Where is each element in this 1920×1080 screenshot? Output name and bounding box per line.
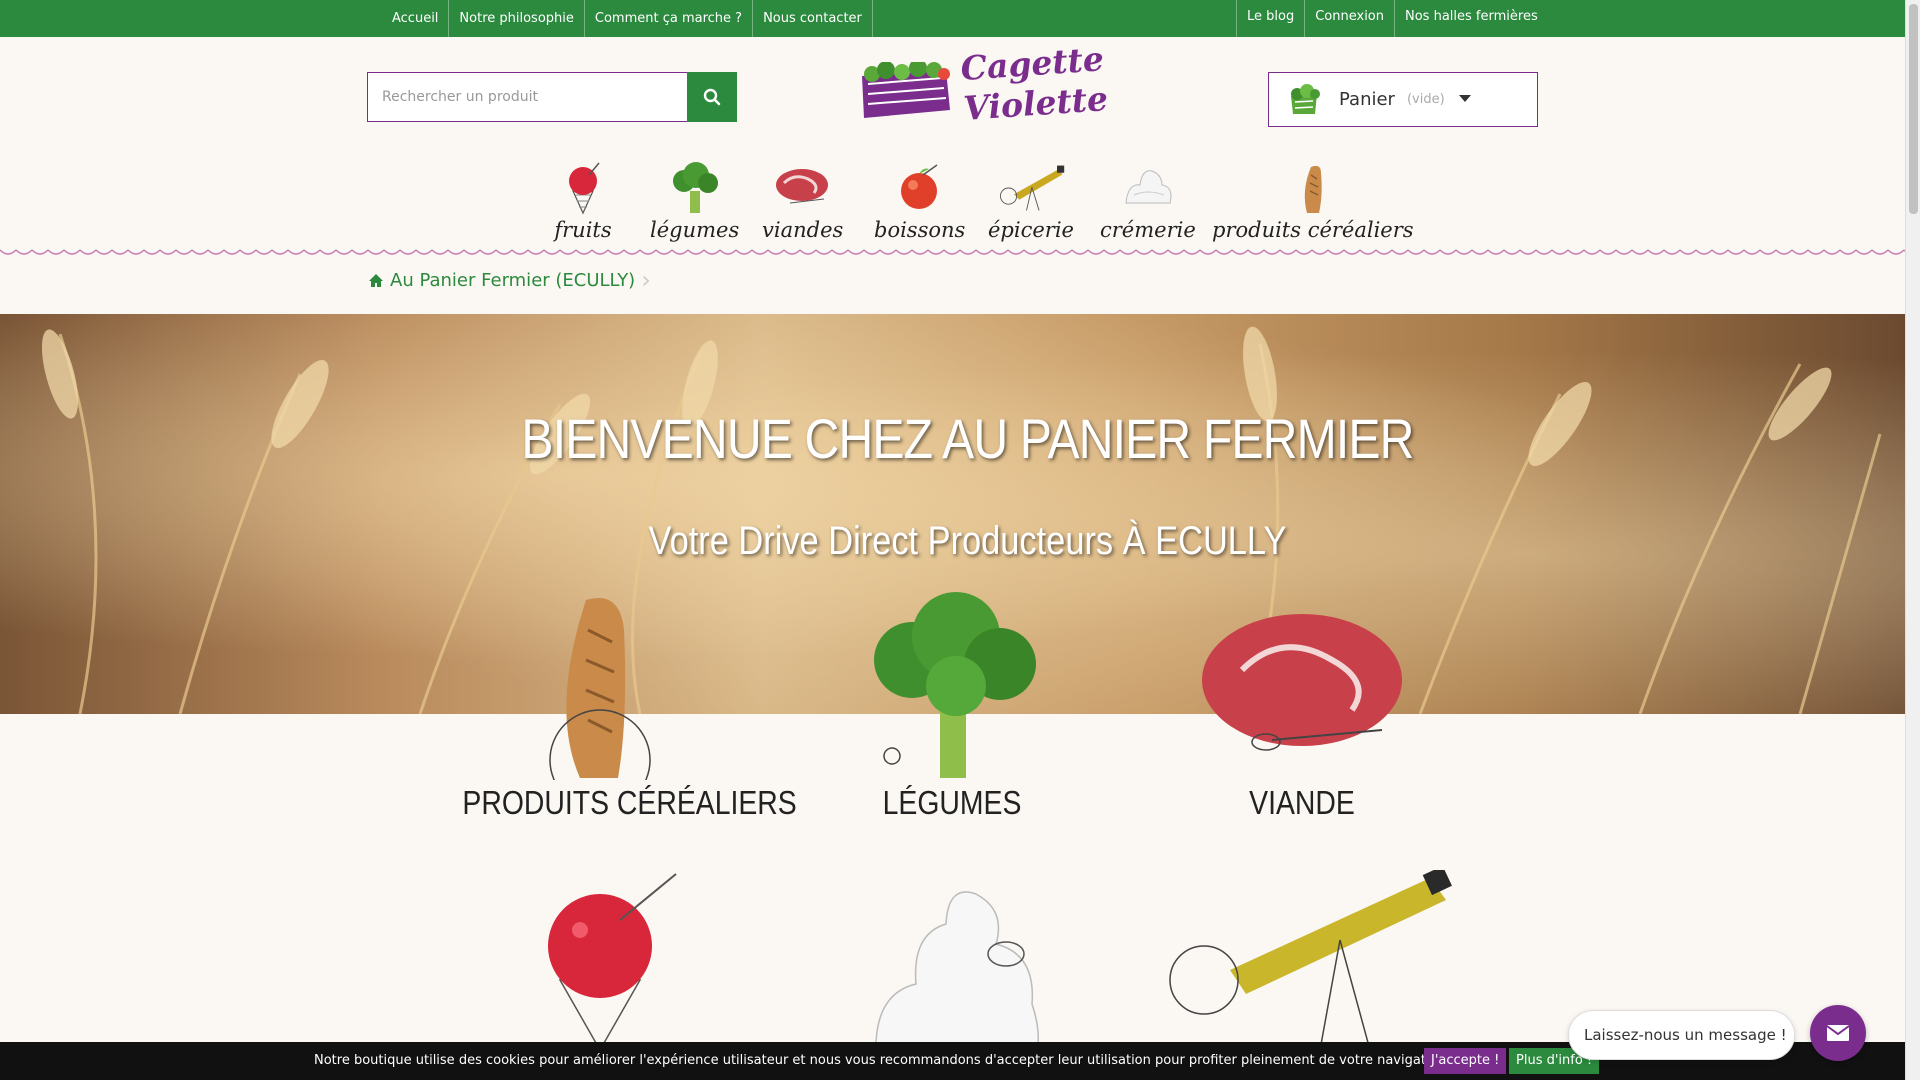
meat-icon — [775, 169, 828, 204]
scrollbar-thumb[interactable] — [1909, 4, 1918, 214]
broccoli-icon — [672, 162, 718, 213]
hero-title: BIENVENUE CHEZ AU PANIER FERMIER — [521, 407, 1414, 470]
nav-blog[interactable]: Le blog — [1236, 0, 1304, 37]
top-nav-left: Accueil Notre philosophie Comment ça mar… — [382, 0, 873, 37]
nav-accueil[interactable]: Accueil — [382, 0, 450, 37]
raspberry-illustration — [548, 873, 677, 1042]
top-bar — [0, 0, 1905, 37]
category-produits-cerealiers[interactable]: produits céréaliers — [1212, 160, 1414, 242]
broccoli-illustration — [874, 592, 1036, 778]
search-input[interactable] — [367, 72, 687, 122]
oil-bottle-icon — [1000, 165, 1065, 211]
cart-icon — [1291, 83, 1320, 114]
meat-illustration — [1202, 614, 1402, 751]
search-icon — [703, 88, 721, 106]
cart-label: Panier — [1339, 89, 1395, 110]
search-button[interactable] — [687, 72, 737, 122]
cream-illustration — [875, 891, 1039, 1042]
top-nav-right: Le blog Connexion Nos halles fermières — [1236, 0, 1548, 37]
category-viandes[interactable]: viandes — [762, 160, 843, 242]
tile-legumes[interactable]: LÉGUMES — [792, 590, 1112, 822]
category-boissons[interactable]: boissons — [874, 160, 965, 242]
page-scrollbar[interactable] — [1905, 0, 1920, 1080]
cream-icon — [1125, 170, 1172, 204]
category-cremerie[interactable]: crémerie — [1100, 160, 1196, 242]
site-logo[interactable]: Cagette Violette — [856, 39, 1109, 132]
bread-icon — [1304, 165, 1322, 213]
tile-fruits[interactable] — [500, 870, 700, 1042]
crate-logo-icon — [862, 62, 950, 118]
category-fruits[interactable]: fruits — [548, 160, 618, 242]
apple-icon — [900, 164, 938, 209]
cart-dropdown[interactable]: Panier (vide) — [1268, 72, 1538, 127]
cookie-accept-button[interactable]: J'accepte ! — [1424, 1048, 1507, 1074]
chat-prompt[interactable]: Laissez-nous un message ! — [1568, 1010, 1795, 1060]
search-bar — [367, 72, 737, 122]
scallop-divider — [0, 246, 1905, 258]
oil-bottle-illustration — [1169, 870, 1452, 1042]
tile-epicerie[interactable] — [1160, 870, 1460, 1042]
home-icon — [369, 273, 383, 287]
breadcrumb[interactable]: Au Panier Fermier (ECULLY) › — [368, 266, 651, 294]
category-legumes[interactable]: légumes — [650, 160, 739, 242]
tile-viande[interactable]: VIANDE — [1142, 590, 1462, 822]
breadcrumb-label: Au Panier Fermier (ECULLY) — [390, 269, 636, 291]
nav-connexion[interactable]: Connexion — [1304, 0, 1394, 37]
chevron-right-icon: › — [641, 266, 651, 294]
cookie-message: Notre boutique utilise des cookies pour … — [314, 1053, 1450, 1068]
tile-cremerie[interactable] — [856, 874, 1056, 1042]
chevron-down-icon — [1459, 95, 1471, 102]
breadcrumb-bar — [0, 258, 1905, 314]
cart-status: (vide) — [1406, 92, 1445, 107]
chat-button[interactable] — [1810, 1005, 1866, 1061]
hero-subtitle: Votre Drive Direct Producteurs À ECULLY — [648, 519, 1287, 563]
nav-comment-ca-marche[interactable]: Comment ça marche ? — [585, 0, 754, 37]
tile-produits-cerealiers[interactable]: PRODUITS CÉRÉALIERS — [440, 590, 797, 822]
category-epicerie[interactable]: épicerie — [988, 160, 1074, 242]
logo-text: Cagette Violette — [959, 39, 1110, 128]
nav-philosophie[interactable]: Notre philosophie — [449, 0, 585, 37]
bread-illustration — [549, 598, 651, 811]
nav-halles[interactable]: Nos halles fermières — [1394, 0, 1548, 37]
nav-contact[interactable]: Nous contacter — [753, 0, 873, 37]
envelope-icon — [1826, 1025, 1850, 1041]
raspberry-icon — [569, 162, 600, 215]
